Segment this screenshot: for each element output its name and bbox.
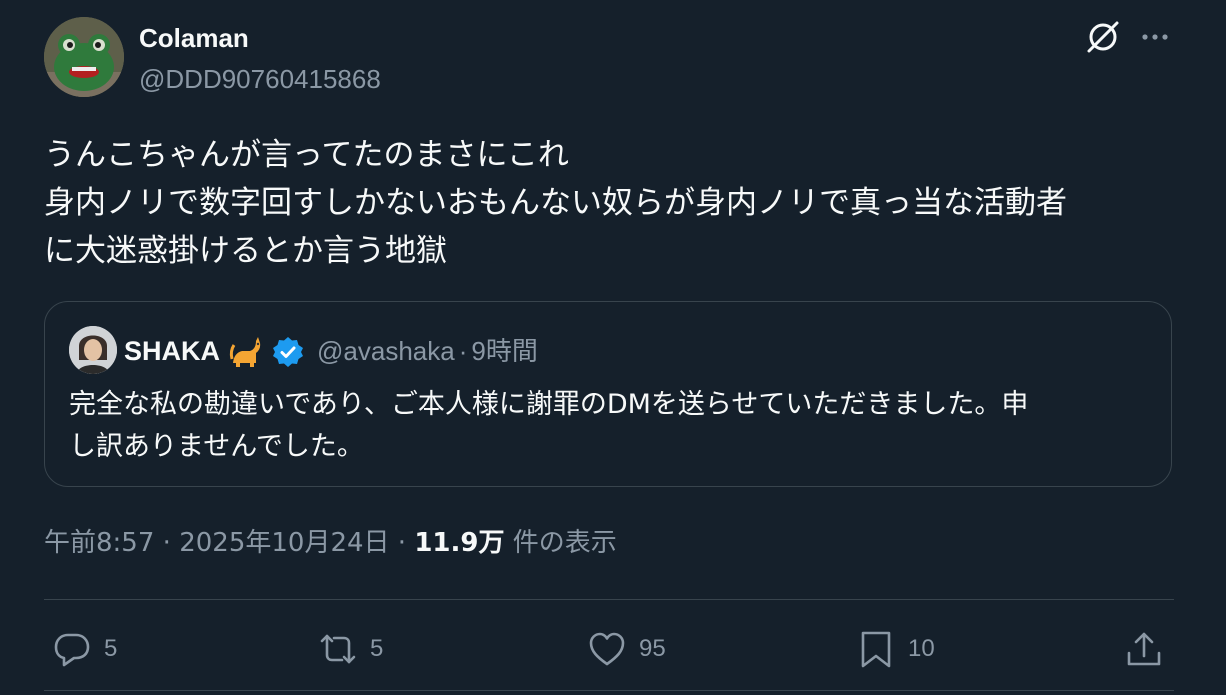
- like-button[interactable]: 95: [587, 627, 666, 671]
- like-count: 95: [639, 635, 666, 662]
- bookmark-icon: [861, 631, 891, 668]
- divider: [44, 599, 1174, 600]
- grok-icon[interactable]: [1085, 19, 1121, 55]
- author-avatar[interactable]: [44, 17, 124, 97]
- tweet-text: うんこちゃんが言ってたのまさにこれ 身内ノリで数字回すしかないおもんない奴らが身…: [44, 131, 1184, 275]
- divider: [44, 690, 1174, 691]
- tweet-time[interactable]: 午前8:57: [44, 528, 154, 558]
- views-label: 件の表示: [512, 528, 617, 558]
- author-handle[interactable]: @DDD90760415868: [139, 63, 381, 95]
- quoted-tweet[interactable]: SHAKA @avashaka · 9時間 完全な私の勘違いであり、ご本人様に謝罪の…: [44, 301, 1172, 487]
- reply-icon: [54, 633, 90, 667]
- heart-icon: [589, 632, 625, 666]
- cat-emoji-icon: [228, 333, 264, 369]
- tweet-text-line: に大迷惑掛けるとか言う地獄: [44, 233, 447, 269]
- retweet-button[interactable]: 5: [318, 627, 383, 671]
- author-display-name[interactable]: Colaman: [139, 22, 249, 54]
- tweet-text-line: うんこちゃんが言ってたのまさにこれ: [44, 137, 569, 173]
- reply-count: 5: [104, 635, 118, 662]
- quote-text-line: し訳ありませんでした。: [69, 431, 364, 462]
- tweet-date[interactable]: 2025年10月24日: [179, 528, 389, 558]
- bookmark-button[interactable]: 10: [856, 627, 935, 671]
- retweet-icon: [320, 634, 356, 664]
- quote-text-line: 完全な私の勘違いであり、ご本人様に謝罪のDMを送らせていただきました。申: [69, 389, 1029, 420]
- quote-meta: @avashaka · 9時間: [317, 335, 538, 367]
- meta-separator: ·: [162, 528, 171, 558]
- verified-badge-icon: [271, 335, 305, 369]
- quote-author-handle[interactable]: @avashaka: [317, 336, 455, 366]
- views-count: 11.9万: [414, 528, 505, 558]
- meta-separator: ·: [397, 528, 407, 558]
- share-icon: [1127, 632, 1161, 666]
- quote-text: 完全な私の勘違いであり、ご本人様に謝罪のDMを送らせていただきました。申 し訳あ…: [69, 384, 1149, 468]
- quote-meta-separator: ·: [458, 336, 468, 366]
- quote-author-name[interactable]: SHAKA: [124, 335, 220, 367]
- retweet-count: 5: [370, 635, 384, 662]
- share-button[interactable]: [1124, 627, 1164, 671]
- more-icon[interactable]: [1139, 22, 1171, 52]
- bookmark-count: 10: [908, 635, 935, 662]
- tweet-meta: 午前8:57 · 2025年10月24日 · 11.9万 件の表示: [44, 525, 617, 561]
- quote-time[interactable]: 9時間: [471, 336, 537, 366]
- reply-button[interactable]: 5: [52, 627, 117, 671]
- tweet: Colaman @DDD90760415868 うんこちゃんが言ってたのまさにこ…: [0, 0, 1226, 695]
- tweet-text-line: 身内ノリで数字回すしかないおもんない奴らが身内ノリで真っ当な活動者: [44, 185, 1067, 221]
- quote-author-avatar[interactable]: [69, 326, 117, 374]
